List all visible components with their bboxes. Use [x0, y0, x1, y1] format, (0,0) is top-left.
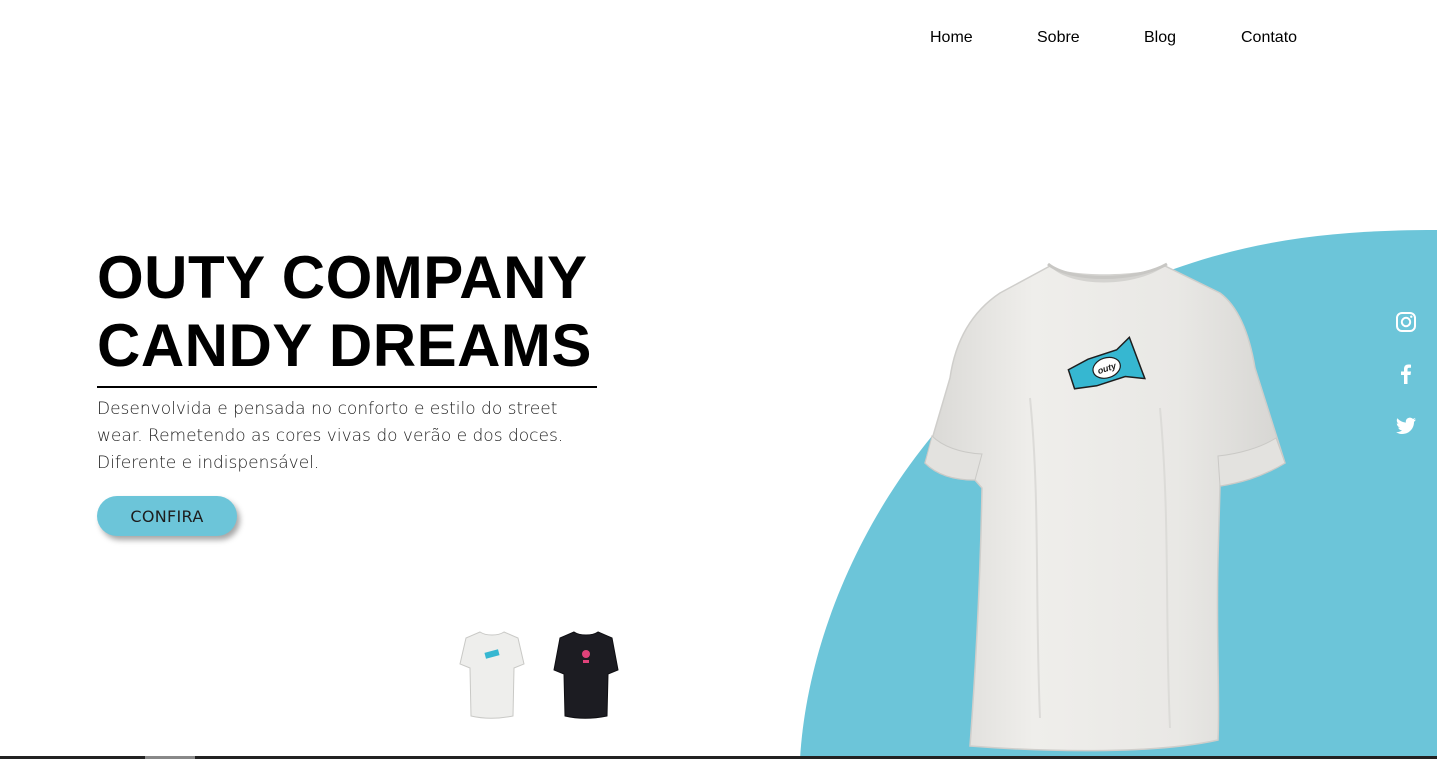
nav-link-home[interactable]: Home: [930, 28, 973, 48]
nav-link-blog[interactable]: Blog: [1144, 28, 1176, 48]
nav-link-contato[interactable]: Contato: [1241, 28, 1297, 48]
hero-description: Desenvolvida e pensada no conforto e est…: [97, 399, 564, 473]
white-tshirt-image: outy: [924, 262, 1286, 752]
hero-title-line-2: CANDY DREAMS: [97, 312, 592, 379]
instagram-icon[interactable]: [1394, 310, 1418, 334]
nav-link-sobre[interactable]: Sobre: [1037, 28, 1080, 48]
facebook-icon[interactable]: [1394, 362, 1418, 386]
hero-title: OUTY COMPANY CANDY DREAMS: [97, 244, 597, 388]
hero-title-line-1: OUTY COMPANY: [97, 244, 588, 311]
top-navigation: Home Sobre Blog Contato: [0, 28, 1437, 50]
black-tshirt-thumbnail[interactable]: [552, 628, 620, 720]
twitter-icon[interactable]: [1394, 414, 1418, 438]
white-tshirt-thumbnail[interactable]: [458, 628, 526, 720]
confira-button[interactable]: CONFIRA: [97, 496, 237, 536]
